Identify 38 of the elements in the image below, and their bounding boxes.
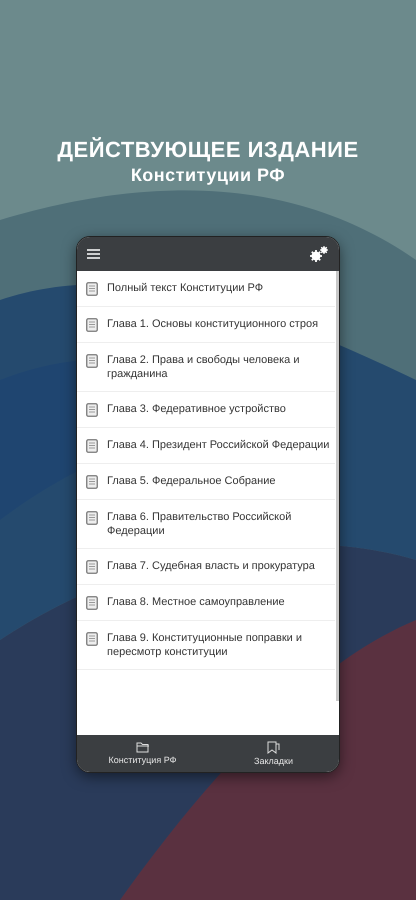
document-icon [86, 318, 98, 332]
settings-icon[interactable] [309, 245, 329, 263]
nav-tab[interactable]: Конституция РФ [77, 735, 208, 772]
document-icon [86, 475, 98, 489]
chapter-title: Глава 1. Основы конституционного строя [107, 317, 318, 331]
chapter-item[interactable]: Глава 6. Правительство Российской Федерации [77, 500, 335, 549]
chapter-item[interactable]: Глава 2. Права и свободы человека и гражданина [77, 343, 335, 392]
chapter-title: Глава 8. Местное самоуправление [107, 595, 285, 609]
chapter-item[interactable]: Глава 8. Местное самоуправление [77, 585, 335, 621]
subheadline: Конституции РФ [130, 164, 286, 186]
bookmark-icon [267, 740, 280, 754]
document-icon [86, 282, 98, 296]
document-icon [86, 354, 98, 368]
chapter-title: Глава 5. Федеральное Собрание [107, 474, 276, 488]
chapter-title: Глава 6. Правительство Российской Федерации [107, 510, 292, 538]
document-icon [86, 596, 98, 610]
chapter-item[interactable]: Глава 9. Конституционные поправки и пересмотр конституции [77, 621, 335, 670]
chapter-item[interactable]: Глава 7. Судебная власть и прокуратура [77, 549, 335, 585]
chapter-item[interactable]: Глава 4. Президент Российской Федерации [77, 428, 335, 464]
headline: ДЕЙСТВУЮЩЕЕ ИЗДАНИЕ [57, 136, 359, 164]
document-icon [86, 403, 98, 417]
document-icon [86, 511, 98, 525]
chapter-title: Полный текст Конституции РФ [107, 281, 264, 295]
menu-icon[interactable] [87, 249, 100, 259]
chapter-title: Глава 2. Права и свободы человека и гражданина [107, 353, 300, 381]
chapter-title: Глава 9. Конституционные поправки и пересмотр конституции [107, 631, 304, 659]
document-icon [86, 560, 98, 574]
nav-tab[interactable]: Закладки [208, 735, 339, 772]
chapter-item[interactable]: Глава 1. Основы конституционного строя [77, 307, 335, 343]
chapter-title: Глава 7. Судебная власть и прокуратура [107, 559, 315, 573]
chapter-title: Глава 3. Федеративное устройство [107, 402, 286, 416]
document-icon [86, 439, 98, 453]
chapter-item[interactable]: Глава 3. Федеративное устройство [77, 392, 335, 428]
chapter-title: Глава 4. Президент Российской Федерации [107, 438, 330, 452]
chapter-item[interactable]: Полный текст Конституции РФ [77, 271, 335, 307]
folder-icon [136, 742, 150, 752]
document-icon [86, 632, 98, 646]
chapter-item[interactable]: Глава 5. Федеральное Собрание [77, 464, 335, 500]
